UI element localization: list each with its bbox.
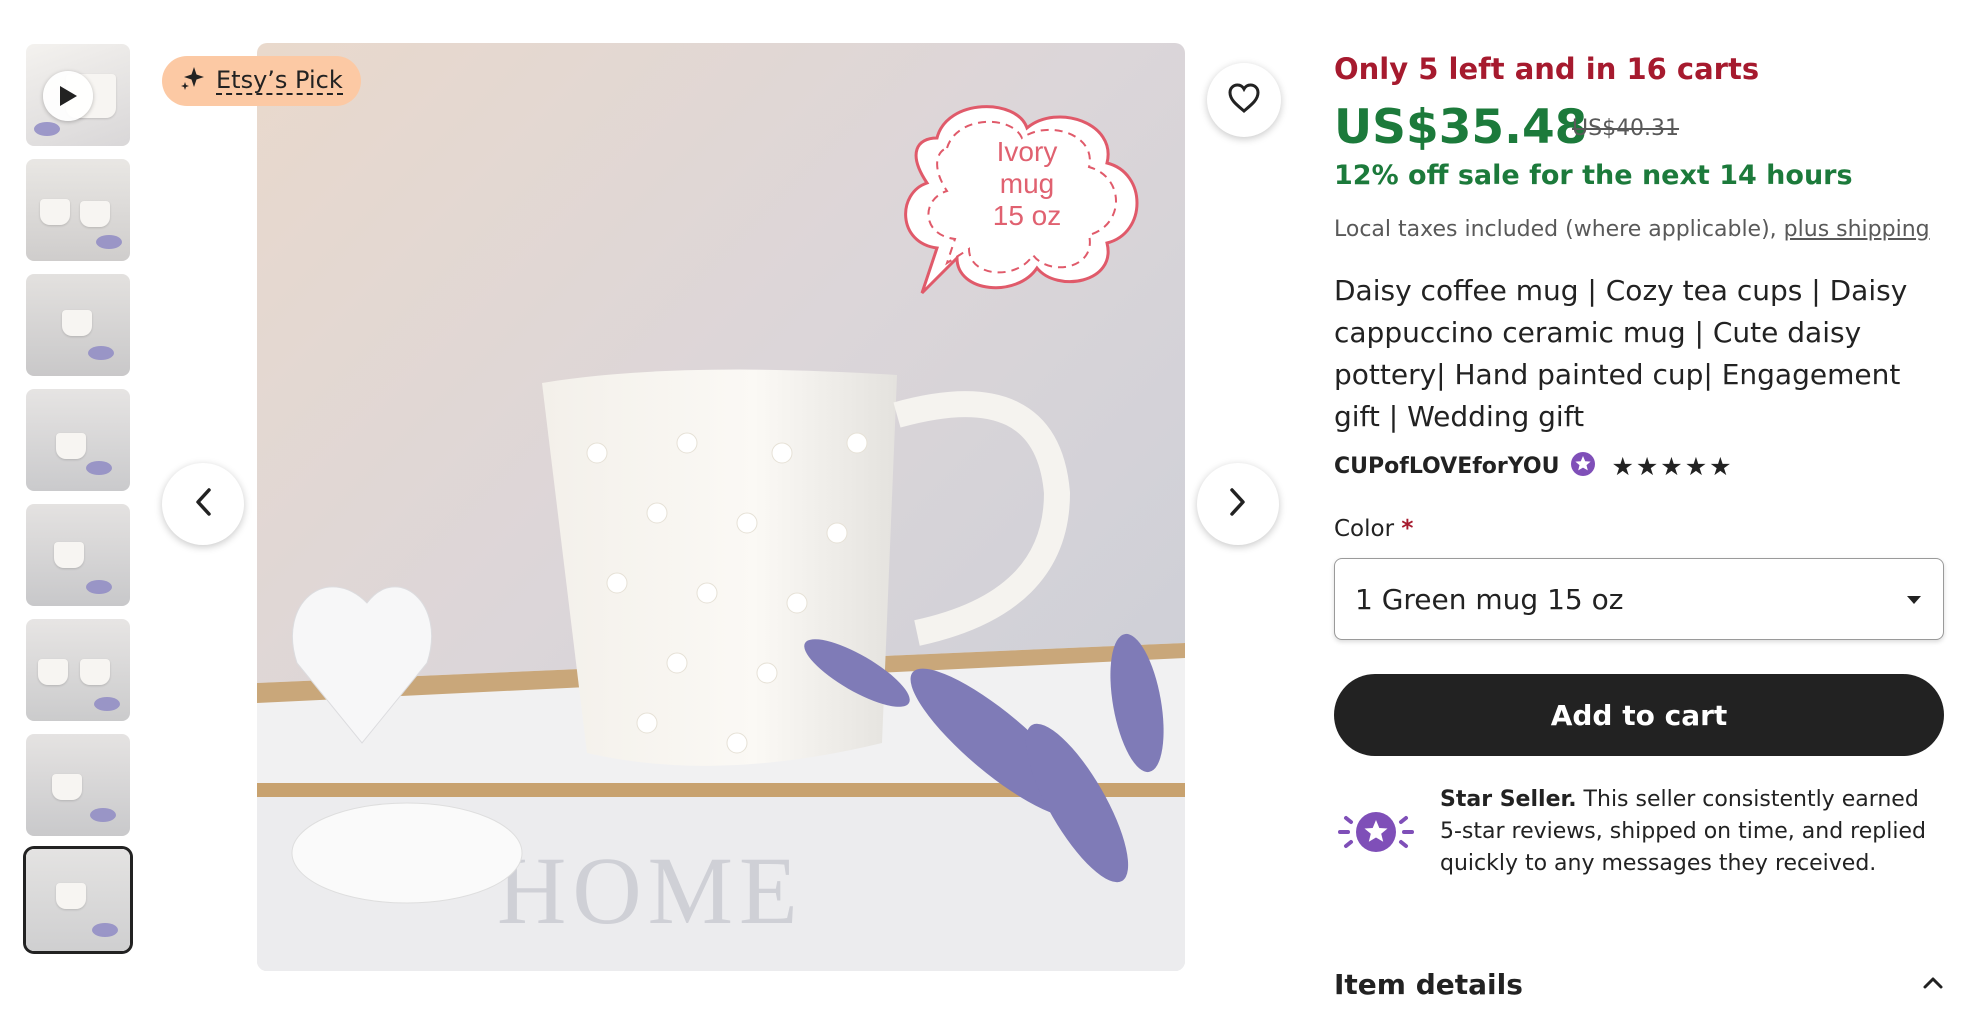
favorite-button[interactable] (1207, 63, 1281, 137)
thumbnail-image[interactable] (26, 734, 130, 836)
tax-text: Local taxes included (where applicable), (1334, 217, 1777, 242)
color-select-value: 1 Green mug 15 oz (1355, 582, 1624, 616)
thumbnail-image[interactable] (26, 619, 130, 721)
tax-notice: Local taxes included (where applicable),… (1334, 217, 1930, 242)
required-mark: * (1401, 516, 1414, 542)
overlay-text-line3: 15 oz (993, 200, 1062, 231)
overlay-text-line1: Ivory (997, 136, 1058, 167)
caret-down-icon (1905, 587, 1923, 611)
color-label-text: Color (1334, 516, 1395, 542)
original-price: US$40.31 (1572, 116, 1680, 141)
star-seller-badge-icon (1569, 450, 1597, 482)
overlay-text-line2: mug (1000, 168, 1054, 199)
thumbnail-image[interactable] (26, 389, 130, 491)
heart-icon (1227, 82, 1261, 118)
chevron-right-icon (1229, 487, 1247, 521)
thumbnail-image-selected[interactable] (26, 849, 130, 951)
star-seller-icon (1336, 804, 1416, 864)
star-seller-title: Star Seller. (1440, 787, 1577, 812)
sale-price: US$35.48 (1334, 100, 1588, 155)
star-seller-text: Star Seller. This seller consistently ea… (1440, 784, 1940, 880)
item-details-toggle[interactable]: Item details (1334, 968, 1944, 1001)
rating-stars[interactable]: ★★★★★ (1611, 452, 1733, 481)
add-to-cart-button[interactable]: Add to cart (1334, 674, 1944, 756)
sparkle-icon (180, 65, 206, 97)
product-image: HOME Ivory mug 15 oz (257, 43, 1185, 971)
seller-name-link[interactable]: CUPofLOVEforYOU (1334, 454, 1559, 479)
stock-status: Only 5 left and in 16 carts (1334, 52, 1760, 86)
seller-row: CUPofLOVEforYOU ★★★★★ (1334, 450, 1734, 482)
thumbnail-image[interactable] (26, 504, 130, 606)
thumbnail-image[interactable] (26, 159, 130, 261)
play-icon[interactable] (43, 71, 93, 121)
etsys-pick-badge[interactable]: Etsy’s Pick (162, 56, 361, 106)
badge-label: Etsy’s Pick (216, 66, 343, 95)
listing-title: Daisy coffee mug | Cozy tea cups | Daisy… (1334, 274, 1908, 433)
color-select[interactable]: 1 Green mug 15 oz (1334, 558, 1944, 640)
svg-text:HOME: HOME (497, 837, 804, 944)
thumbnail-image[interactable] (26, 274, 130, 376)
color-label: Color * (1334, 516, 1413, 542)
next-image-button[interactable] (1197, 463, 1279, 545)
previous-image-button[interactable] (162, 463, 244, 545)
sale-notice: 12% off sale for the next 14 hours (1334, 160, 1853, 191)
chevron-left-icon (194, 487, 212, 521)
chevron-up-icon (1922, 975, 1944, 994)
item-details-heading: Item details (1334, 968, 1523, 1001)
shipping-link[interactable]: plus shipping (1784, 217, 1930, 242)
thumbnail-video[interactable] (26, 44, 130, 146)
